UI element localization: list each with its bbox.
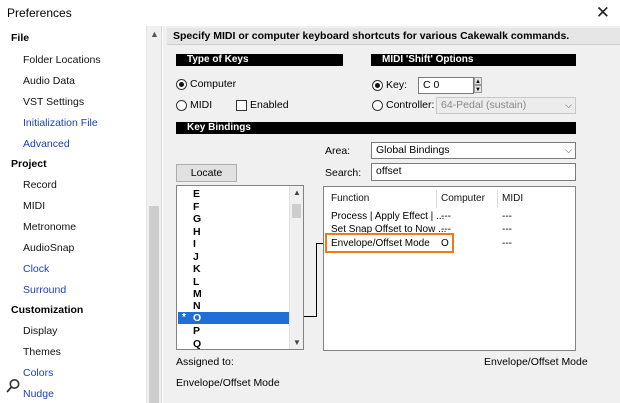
assigned-function-right: Envelope/Offset Mode xyxy=(484,356,588,368)
list-item[interactable]: K xyxy=(193,263,201,275)
sidebar: File Folder Locations Audio Data VST Set… xyxy=(0,26,162,403)
search-icon[interactable] xyxy=(5,378,21,394)
list-item-selected[interactable]: * O xyxy=(178,312,289,324)
locate-key-button[interactable]: Locate Key... xyxy=(176,164,237,195)
description-text: Specify MIDI or computer keyboard shortc… xyxy=(173,30,570,42)
sidebar-item-display[interactable]: Display xyxy=(23,325,57,337)
sidebar-item-themes[interactable]: Themes xyxy=(23,346,61,358)
table-row-midi: --- xyxy=(502,224,512,235)
close-icon[interactable]: ✕ xyxy=(596,3,610,23)
radio-computer[interactable] xyxy=(176,79,187,90)
sidebar-item-advanced[interactable]: Advanced xyxy=(23,138,70,150)
sidebar-item-folder-locations[interactable]: Folder Locations xyxy=(23,54,101,66)
radio-midi-label: MIDI xyxy=(190,99,213,111)
radio-computer-label: Computer xyxy=(190,78,237,90)
area-label: Area: xyxy=(325,145,351,157)
spin-up-icon[interactable]: ▲ xyxy=(474,77,482,85)
sidebar-item-vst-settings[interactable]: VST Settings xyxy=(23,96,84,108)
description-bar: Specify MIDI or computer keyboard shortc… xyxy=(167,28,620,45)
controller-select[interactable]: 64-Pedal (sustain) ⌵ xyxy=(436,97,576,114)
enabled-label: Enabled xyxy=(250,99,289,111)
sidebar-category-file[interactable]: File xyxy=(11,32,29,44)
key-input[interactable]: C 0 xyxy=(418,77,474,94)
key-list-scrollbar[interactable]: ▲ ▼ xyxy=(289,186,303,349)
column-divider xyxy=(497,190,498,208)
radio-controller[interactable] xyxy=(372,100,383,111)
title-bar: Preferences ✕ xyxy=(0,0,620,26)
sidebar-scrollbar[interactable]: ▲ xyxy=(146,26,161,403)
sidebar-item-audiosnap[interactable]: AudioSnap xyxy=(23,242,74,254)
chevron-down-icon: ⌵ xyxy=(565,145,572,155)
area-value: Global Bindings xyxy=(376,144,450,156)
radio-key-label: Key: xyxy=(386,79,408,91)
radio-midi[interactable] xyxy=(176,100,187,111)
sidebar-item-record[interactable]: Record xyxy=(23,179,57,191)
connector-line xyxy=(316,243,317,317)
column-header-computer[interactable]: Computer xyxy=(441,193,485,204)
sidebar-category-project[interactable]: Project xyxy=(11,158,47,170)
spin-down-icon[interactable]: ▼ xyxy=(474,85,482,93)
sidebar-item-initialization-file[interactable]: Initialization File xyxy=(23,117,98,129)
function-table[interactable]: Function Computer MIDI Process | Apply E… xyxy=(323,186,576,351)
list-item[interactable]: I xyxy=(193,238,196,250)
area-select[interactable]: Global Bindings ⌵ xyxy=(371,142,576,159)
table-row-computer: --- xyxy=(441,211,451,222)
list-item[interactable]: M xyxy=(193,288,202,300)
sidebar-item-midi[interactable]: MIDI xyxy=(23,200,45,212)
section-key-bindings: Key Bindings xyxy=(176,122,576,134)
list-item[interactable]: H xyxy=(193,226,201,238)
list-item[interactable]: P xyxy=(193,325,200,337)
sidebar-item-nudge[interactable]: Nudge xyxy=(23,388,54,400)
sidebar-scroll-thumb[interactable] xyxy=(149,206,159,403)
highlight-box xyxy=(325,233,454,253)
enabled-checkbox[interactable] xyxy=(236,100,247,111)
radio-key[interactable] xyxy=(372,80,383,91)
sidebar-category-customization[interactable]: Customization xyxy=(11,304,83,316)
sidebar-item-audio-data[interactable]: Audio Data xyxy=(23,75,75,87)
controller-value: 64-Pedal (sustain) xyxy=(441,99,527,111)
list-item[interactable]: G xyxy=(193,213,201,225)
key-list[interactable]: E F G H I J K L M N * O P Q ▲ ▼ xyxy=(176,185,304,350)
chevron-down-icon: ⌵ xyxy=(565,100,572,110)
list-item[interactable]: J xyxy=(193,251,199,263)
list-item[interactable]: N xyxy=(193,300,201,312)
column-header-midi[interactable]: MIDI xyxy=(502,193,523,204)
list-item[interactable]: Q xyxy=(193,338,201,349)
column-header-function[interactable]: Function xyxy=(331,193,369,204)
table-row-function[interactable]: Process | Apply Effect | ... xyxy=(331,211,444,222)
window-title: Preferences xyxy=(7,6,72,20)
list-item[interactable]: F xyxy=(193,201,199,213)
scroll-up-icon[interactable]: ▲ xyxy=(293,188,301,197)
list-item[interactable]: L xyxy=(193,276,199,288)
table-row-midi: --- xyxy=(502,238,512,249)
assigned-function-bottom: Envelope/Offset Mode xyxy=(176,377,280,389)
sidebar-item-metronome[interactable]: Metronome xyxy=(23,221,76,233)
search-input[interactable]: offset xyxy=(371,163,576,181)
key-spinner[interactable]: ▲ ▼ xyxy=(474,77,482,93)
section-type-of-keys: Type of Keys xyxy=(176,54,343,66)
table-row-midi: --- xyxy=(502,211,512,222)
column-divider xyxy=(436,190,437,208)
search-label: Search: xyxy=(325,167,362,179)
sidebar-item-colors[interactable]: Colors xyxy=(23,367,53,379)
scroll-down-icon[interactable]: ▼ xyxy=(293,338,301,347)
sidebar-item-surround[interactable]: Surround xyxy=(23,284,66,296)
radio-controller-label: Controller: xyxy=(386,99,435,111)
sidebar-item-clock[interactable]: Clock xyxy=(23,263,49,275)
key-list-scroll-thumb[interactable] xyxy=(292,204,301,218)
assigned-to-label: Assigned to: xyxy=(176,356,234,368)
selected-key-label: O xyxy=(193,312,202,324)
scroll-up-icon[interactable]: ▲ xyxy=(150,29,159,39)
assigned-marker: * xyxy=(182,312,186,323)
list-item[interactable]: E xyxy=(193,188,200,200)
section-midi-shift-options: MIDI 'Shift' Options xyxy=(371,54,576,66)
